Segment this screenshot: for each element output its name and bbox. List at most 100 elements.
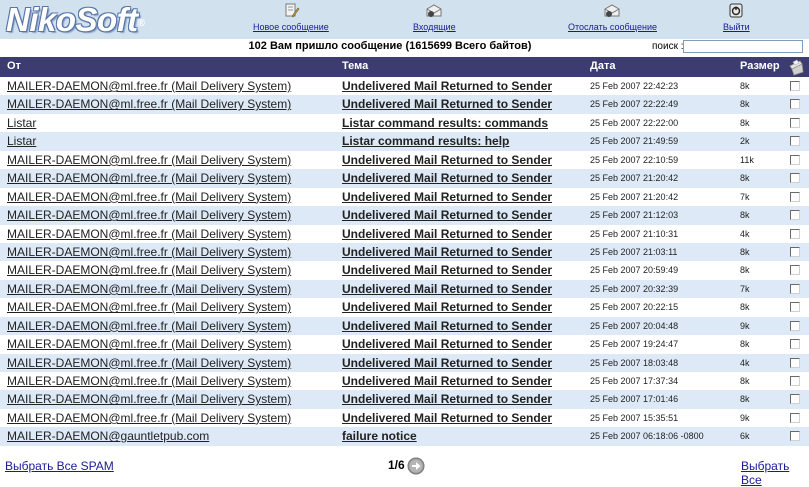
message-from-link[interactable]: Listar [7, 134, 36, 148]
row-checkbox[interactable] [790, 431, 800, 442]
table-row: MAILER-DAEMON@ml.free.fr (Mail Delivery … [0, 151, 809, 169]
table-row: MAILER-DAEMON@ml.free.fr (Mail Delivery … [0, 206, 809, 225]
message-from-link[interactable]: MAILER-DAEMON@ml.free.fr (Mail Delivery … [7, 337, 291, 351]
send-message-button[interactable]: Отослать сообщение [568, 2, 657, 32]
row-checkbox[interactable] [790, 246, 800, 257]
trash-icon[interactable] [787, 58, 805, 76]
message-list: MAILER-DAEMON@ml.free.fr (Mail Delivery … [0, 77, 809, 446]
message-size: 6k [740, 431, 750, 442]
message-from-link[interactable]: MAILER-DAEMON@ml.free.fr (Mail Delivery … [7, 282, 291, 296]
message-subject-link[interactable]: Undelivered Mail Returned to Sender [342, 374, 552, 388]
select-all-link[interactable]: Выбрать Все [741, 459, 809, 487]
row-checkbox[interactable] [790, 99, 800, 110]
message-from-link[interactable]: MAILER-DAEMON@ml.free.fr (Mail Delivery … [7, 208, 291, 222]
message-date: 25 Feb 2007 22:22:00 [590, 117, 679, 128]
column-header-date[interactable]: Дата [590, 60, 615, 72]
message-date: 25 Feb 2007 21:10:31 [590, 228, 679, 239]
row-checkbox[interactable] [790, 339, 800, 350]
table-row: MAILER-DAEMON@ml.free.fr (Mail Delivery … [0, 169, 809, 188]
message-from-link[interactable]: MAILER-DAEMON@ml.free.fr (Mail Delivery … [7, 190, 291, 204]
row-checkbox[interactable] [790, 394, 800, 405]
message-date: 25 Feb 2007 22:42:23 [590, 81, 679, 91]
message-size: 4k [740, 357, 750, 368]
column-header-size[interactable]: Размер [740, 60, 780, 72]
message-subject-link[interactable]: Listar command results: help [342, 134, 509, 148]
message-from-link[interactable]: MAILER-DAEMON@ml.free.fr (Mail Delivery … [7, 392, 291, 406]
message-date: 25 Feb 2007 21:03:11 [590, 246, 678, 257]
row-checkbox[interactable] [790, 117, 800, 128]
table-row: MAILER-DAEMON@ml.free.fr (Mail Delivery … [0, 95, 809, 114]
message-subject-link[interactable]: Undelivered Mail Returned to Sender [342, 356, 552, 370]
nikosoft-logo: NikoSoft® [6, 1, 145, 38]
row-checkbox[interactable] [790, 154, 800, 165]
row-checkbox[interactable] [790, 320, 800, 331]
search-input[interactable] [683, 40, 803, 53]
message-subject-link[interactable]: Undelivered Mail Returned to Sender [342, 282, 552, 296]
row-checkbox[interactable] [790, 302, 800, 313]
message-subject-link[interactable]: failure notice [342, 429, 417, 443]
table-row: MAILER-DAEMON@ml.free.fr (Mail Delivery … [0, 409, 809, 427]
message-subject-link[interactable]: Undelivered Mail Returned to Sender [342, 319, 552, 333]
row-checkbox[interactable] [790, 191, 800, 202]
column-header-subject[interactable]: Тема [342, 60, 368, 72]
message-from-link[interactable]: MAILER-DAEMON@ml.free.fr (Mail Delivery … [7, 356, 291, 370]
new-message-button[interactable]: Новое сообщение [253, 2, 329, 32]
message-from-link[interactable]: MAILER-DAEMON@ml.free.fr (Mail Delivery … [7, 245, 291, 259]
table-row: MAILER-DAEMON@gauntletpub.com failure not… [0, 427, 809, 446]
message-subject-link[interactable]: Undelivered Mail Returned to Sender [342, 153, 552, 167]
row-checkbox[interactable] [790, 265, 800, 276]
message-from-link[interactable]: MAILER-DAEMON@ml.free.fr (Mail Delivery … [7, 411, 291, 425]
message-size: 8k [740, 117, 750, 128]
message-subject-link[interactable]: Undelivered Mail Returned to Sender [342, 411, 552, 425]
message-subject-link[interactable]: Undelivered Mail Returned to Sender [342, 190, 552, 204]
message-from-link[interactable]: MAILER-DAEMON@ml.free.fr (Mail Delivery … [7, 300, 291, 314]
message-subject-link[interactable]: Undelivered Mail Returned to Sender [342, 392, 552, 406]
arrow-right-circle-icon[interactable] [407, 457, 425, 475]
message-date: 25 Feb 2007 21:12:03 [590, 210, 679, 221]
message-subject-link[interactable]: Undelivered Mail Returned to Sender [342, 97, 552, 111]
message-subject-link[interactable]: Undelivered Mail Returned to Sender [342, 171, 552, 185]
column-header-from[interactable]: От [7, 60, 21, 72]
row-checkbox[interactable] [790, 412, 800, 423]
message-from-link[interactable]: MAILER-DAEMON@ml.free.fr (Mail Delivery … [7, 153, 291, 167]
message-subject-link[interactable]: Listar command results: commands [342, 116, 548, 130]
message-date: 25 Feb 2007 22:10:59 [590, 154, 679, 165]
top-toolbar: NikoSoft® Новое сообщение Входящие Отосл… [0, 0, 809, 39]
message-from-link[interactable]: MAILER-DAEMON@ml.free.fr (Mail Delivery … [7, 263, 291, 277]
row-checkbox[interactable] [790, 283, 800, 294]
message-from-link[interactable]: Listar [7, 116, 36, 130]
message-subject-link[interactable]: Undelivered Mail Returned to Sender [342, 227, 552, 241]
row-checkbox[interactable] [790, 173, 800, 184]
message-from-link[interactable]: MAILER-DAEMON@ml.free.fr (Mail Delivery … [7, 374, 291, 388]
message-subject-link[interactable]: Undelivered Mail Returned to Sender [342, 263, 552, 277]
message-size: 11k [740, 154, 754, 165]
message-size: 7k [740, 283, 750, 294]
message-size: 8k [740, 302, 750, 313]
logout-button[interactable]: Выйти [723, 2, 750, 32]
table-row: MAILER-DAEMON@ml.free.fr (Mail Delivery … [0, 372, 809, 390]
message-subject-link[interactable]: Undelivered Mail Returned to Sender [342, 208, 552, 222]
row-checkbox[interactable] [790, 210, 800, 221]
message-date: 25 Feb 2007 17:01:46 [590, 394, 679, 405]
message-from-link[interactable]: MAILER-DAEMON@gauntletpub.com [7, 429, 209, 443]
message-from-link[interactable]: MAILER-DAEMON@ml.free.fr (Mail Delivery … [7, 171, 291, 185]
message-size: 2k [740, 136, 750, 147]
row-checkbox[interactable] [790, 357, 800, 368]
row-checkbox[interactable] [790, 228, 800, 239]
row-checkbox[interactable] [790, 376, 800, 386]
select-all-spam-link[interactable]: Выбрать Все SPAM [5, 459, 114, 473]
row-checkbox[interactable] [790, 81, 800, 91]
message-from-link[interactable]: MAILER-DAEMON@ml.free.fr (Mail Delivery … [7, 227, 291, 241]
message-from-link[interactable]: MAILER-DAEMON@ml.free.fr (Mail Delivery … [7, 97, 291, 111]
row-checkbox[interactable] [790, 136, 800, 147]
message-from-link[interactable]: MAILER-DAEMON@ml.free.fr (Mail Delivery … [7, 79, 291, 93]
message-from-link[interactable]: MAILER-DAEMON@ml.free.fr (Mail Delivery … [7, 319, 291, 333]
message-subject-link[interactable]: Undelivered Mail Returned to Sender [342, 337, 552, 351]
send-envelope-icon [604, 4, 620, 17]
table-row: MAILER-DAEMON@ml.free.fr (Mail Delivery … [0, 298, 809, 316]
table-row: Listar Listar command results: commands 25… [0, 114, 809, 132]
inbox-button[interactable]: Входящие [413, 2, 456, 32]
message-subject-link[interactable]: Undelivered Mail Returned to Sender [342, 300, 552, 314]
message-subject-link[interactable]: Undelivered Mail Returned to Sender [342, 79, 552, 93]
message-subject-link[interactable]: Undelivered Mail Returned to Sender [342, 245, 552, 259]
